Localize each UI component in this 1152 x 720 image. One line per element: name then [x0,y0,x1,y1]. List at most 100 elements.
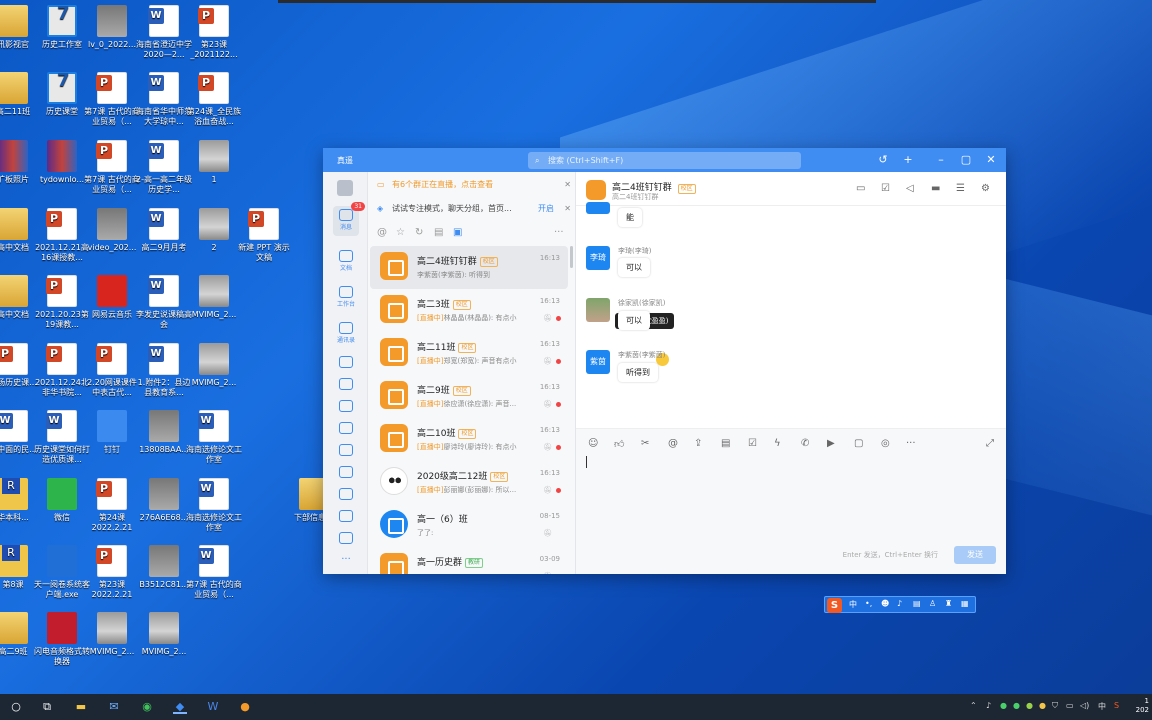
at-icon[interactable]: @ [668,438,678,449]
desktop-icon[interactable]: 1 [186,140,242,185]
search-input[interactable]: ⌕ 搜索 (Ctrl+Shift+F) [528,152,801,169]
desktop-icon[interactable]: 第23课_2021122... [186,5,242,60]
conversation-item[interactable]: 高二10班 校区 16:13 [直播中]廖诗玲(廖诗玲): 有点小 🔕︎ [370,418,568,461]
rail-item-messages[interactable]: 31 消息 [333,202,365,236]
desktop-icon[interactable]: 李发史说课稿高会 [136,275,192,330]
at-icon[interactable]: @ [377,227,387,238]
desktop-icon[interactable]: 海南选修论文工作室 [186,478,242,533]
desktop-icon[interactable]: B3512C81... [136,545,192,590]
ime-mode[interactable]: 中 [849,599,857,610]
apps-icon[interactable] [333,444,359,457]
group-avatar[interactable] [586,180,606,200]
upload-icon[interactable]: ⇪ [694,438,702,449]
send-button[interactable]: 发送 [954,546,996,564]
more-icon[interactable]: ··· [554,227,564,238]
tray-expand-icon[interactable]: ⌃ [970,701,977,710]
mic-icon[interactable]: ♪ [986,701,991,710]
phone-icon[interactable] [333,488,359,501]
desktop-icon[interactable]: 网易云音乐 [84,275,140,320]
message-bubble[interactable]: 听得到 [618,363,658,382]
archive-icon[interactable]: ▤ [434,227,443,238]
refresh-icon[interactable]: ↻ [415,227,423,238]
desktop-icon[interactable]: 2021.20.23第19课教... [34,275,90,330]
message-avatar[interactable]: 紫茵 [586,350,610,374]
wechat-tray-icon[interactable]: ● [1000,701,1007,710]
conversation-item[interactable]: 高二11班 校区 16:13 [直播中]郑宽(郑宽): 声音有点小 🔕︎ [370,332,568,375]
todo-icon[interactable] [333,400,359,413]
desktop-icon[interactable]: 历史课堂 [34,72,90,117]
folder-icon[interactable]: ▬ [931,183,940,194]
desktop-icon[interactable]: 2.20网课课件中表古代... [84,343,140,398]
focus-enable-link[interactable]: 开启 [538,198,554,220]
desktop-icon[interactable]: 钉钉 [84,410,140,455]
app-taskbar-icon[interactable]: ● [238,700,252,714]
keyboard-icon[interactable]: ▤ [913,599,921,608]
ding-icon[interactable]: ϟ [774,438,781,449]
desktop-icon[interactable]: 历史课堂如何打造优质课... [34,410,90,465]
minimize-button[interactable]: – [934,153,948,167]
desktop-icon[interactable]: 高二9月月考 [136,208,192,253]
expand-icon[interactable]: ⤢ [986,438,994,449]
doc-icon[interactable]: ▤ [721,438,730,449]
app-tray-icon[interactable]: ● [1039,701,1046,710]
close-icon[interactable]: ✕ [564,174,571,196]
emoji-icon[interactable]: ☺ [588,438,598,449]
volume-icon[interactable]: ◁) [1080,701,1089,710]
ime-tray-icon[interactable]: 中 [1098,701,1106,712]
add-icon[interactable]: + [901,153,915,167]
desktop-icon[interactable]: 海南省澄迈中学2020—2... [136,5,192,60]
message-avatar[interactable] [586,298,610,322]
desktop-icon[interactable]: 第7课 古代的商业贸易（... [84,140,140,195]
scissors-icon[interactable]: ✂ [641,438,649,449]
task-icon[interactable]: ☑ [748,438,757,449]
desktop-icon[interactable]: 2021.12.21高16课授教... [34,208,90,263]
conversation-item[interactable]: 高二4班钉钉群 校区 16:13 李紫茵(李紫茵): 听得到 [370,246,568,289]
doc-filter-icon[interactable]: ▣ [453,227,462,238]
message-bubble[interactable]: 可以 [618,258,650,277]
close-button[interactable]: ✕ [984,153,998,167]
desktop-icon[interactable]: 天一阅卷系统客户端.exe [34,545,90,600]
task-view-icon[interactable]: ⧉ [40,700,54,714]
browser-icon[interactable]: ◉ [140,700,154,714]
desktop-icon[interactable]: 海南选修论文工作室 [186,410,242,465]
clock[interactable]: 1 202 [1136,697,1149,715]
message-bubble[interactable]: 可以 [618,311,650,330]
conversation-item[interactable]: 高一（6）班 08-15 了了: 🔕︎ [370,504,568,547]
star-icon[interactable]: ☆ [396,227,405,238]
screen-share-icon[interactable]: ▭ [856,183,865,194]
desktop-icon[interactable]: 第24课 2022.2.21 [84,478,140,533]
live-notice[interactable]: ▭ 有6个群正在直播，点击查看 ✕ [368,174,575,196]
desktop-icon[interactable]: 2-高一高二年级历史学... [136,140,192,195]
desktop-icon[interactable]: MVIMG_2... [186,275,242,320]
ime-toolbar[interactable]: S 中 •, ☻ ♪ ▤ ♙ ♜ ▦ [824,596,976,613]
gear-icon[interactable]: ⚙ [981,183,990,194]
message-avatar[interactable] [586,202,610,214]
desktop-icon[interactable]: 1.附件2：县边县教育系... [136,343,192,398]
cloud-icon[interactable] [333,356,359,369]
skin-icon[interactable]: ♜ [945,599,952,608]
shield-icon[interactable]: ⛉ [1052,701,1058,711]
desktop-icon[interactable]: 276A6E68... [136,478,192,523]
message-bubble[interactable]: 能 [618,208,642,227]
desktop-icon[interactable]: 2021.12.24北非华书院... [34,343,90,398]
history-icon[interactable]: ↺ [876,153,890,167]
conversation-item[interactable]: 高一历史群教研 03-09 🔕︎ [370,547,568,574]
list-scrollbar[interactable] [570,246,573,268]
desktop-icon[interactable]: MVIMG_2... [186,343,242,388]
speaker-icon[interactable]: ◁ [906,183,914,194]
conversation-item[interactable]: 高二9班 校区 16:13 [直播中]徐应潇(徐应潇): 声音... 🔕︎ [370,375,568,418]
rail-item-contacts[interactable]: 通讯录 [333,322,359,344]
close-icon[interactable]: ✕ [564,198,571,220]
desktop-icon[interactable]: 海南省华中师范大学琼中... [136,72,192,127]
app-tray-icon[interactable]: ● [1026,701,1033,710]
app-tray-icon[interactable]: ● [1013,701,1020,710]
punctuation-icon[interactable]: •, [865,599,872,608]
more-options-icon[interactable]: ◎ [881,438,890,449]
bag-icon[interactable] [333,532,359,545]
desktop-icon[interactable]: 闪电音频格式转换器 [34,612,90,667]
comment-icon[interactable]: ▢ [854,438,863,449]
more-icon[interactable]: ··· [333,554,359,565]
desktop-icon[interactable]: tydownlo... [34,140,90,185]
search-icon[interactable]: ○ [9,700,23,714]
maximize-button[interactable]: ▢ [959,153,973,167]
